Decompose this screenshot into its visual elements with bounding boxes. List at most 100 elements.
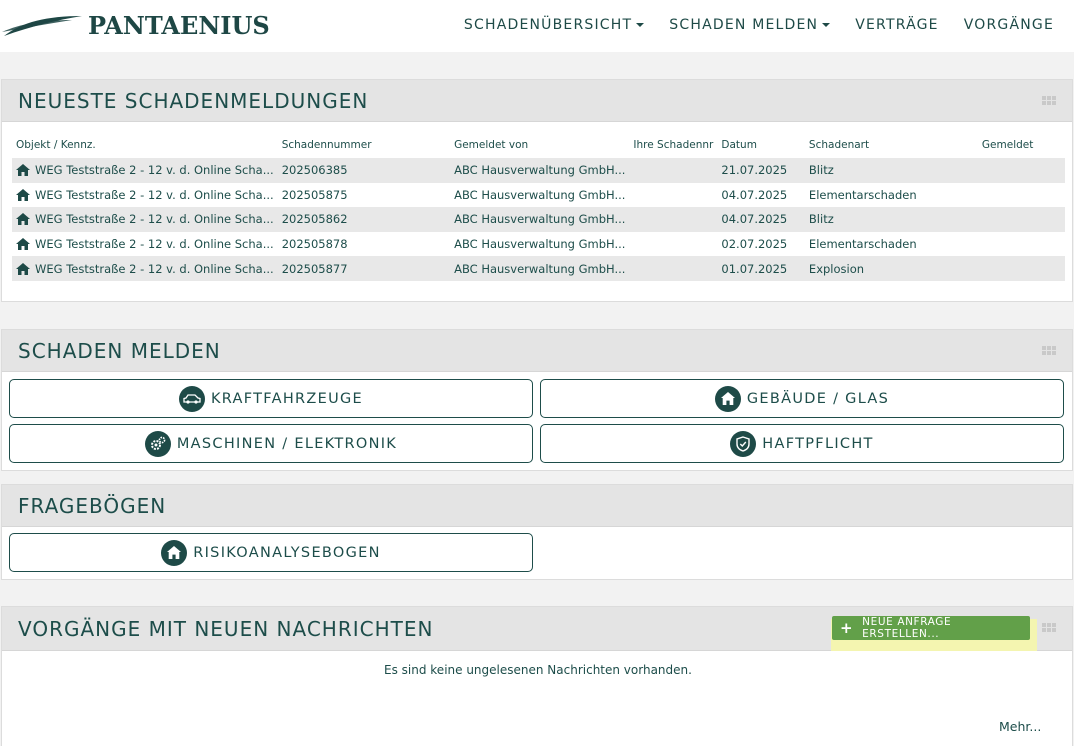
nav-schadenuebersicht[interactable]: SCHADENÜBERSICHT [464, 17, 645, 33]
object-text: WEG Teststraße 2 - 12 v. d. Online Scha.… [35, 237, 274, 252]
cell-object: WEG Teststraße 2 - 12 v. d. Online Scha.… [12, 183, 278, 208]
cell-number: 202505875 [281, 187, 348, 202]
column-header[interactable]: Gemeldet von [450, 132, 629, 158]
panel-title: NEUESTE SCHADENMELDUNGEN [18, 89, 369, 113]
brand-name: PANTAENIUS [88, 10, 270, 40]
cell-own-number [629, 158, 718, 183]
nav-label: VERTRÄGE [855, 17, 939, 33]
drag-handle-icon[interactable] [1042, 96, 1056, 105]
cell-date: 21.07.2025 [717, 158, 805, 183]
object-text: WEG Teststraße 2 - 12 v. d. Online Scha.… [35, 187, 274, 202]
report-machines-button[interactable]: MASCHINEN / ELEKTRONIK [9, 424, 533, 463]
cell-reporter: ABC Hausverwaltung GmbH... [454, 237, 626, 252]
column-header[interactable]: Ihre Schadennr [629, 132, 717, 158]
button-label: RISIKOANALYSEBOGEN [193, 544, 381, 561]
questionnaires-panel: FRAGEBÖGEN RISIKOANALYSEBOGEN [1, 484, 1073, 580]
table-row[interactable]: WEG Teststraße 2 - 12 v. d. Online Scha.… [12, 256, 1065, 281]
caret-down-icon [636, 23, 645, 27]
cell-date: 02.07.2025 [721, 237, 788, 252]
swoosh-logo-icon [2, 16, 82, 36]
cell-reported [977, 256, 1065, 281]
cell-own-number [629, 207, 718, 232]
cell-object: WEG Teststraße 2 - 12 v. d. Online Scha.… [12, 232, 278, 257]
button-label: HAFTPFLICHT [762, 435, 874, 452]
cell-type: Blitz [804, 158, 978, 183]
gears-icon [144, 430, 171, 457]
object-text: WEG Teststraße 2 - 12 v. d. Online Scha.… [35, 261, 274, 276]
panel-header: FRAGEBÖGEN [2, 485, 1072, 527]
nav-schaden-melden[interactable]: SCHADEN MELDEN [669, 17, 831, 33]
main-nav: SCHADENÜBERSICHT SCHADEN MELDEN VERTRÄGE… [439, 0, 1054, 50]
drag-handle-icon[interactable] [1042, 346, 1056, 355]
column-header[interactable]: Gemeldet [978, 132, 1065, 158]
more-link[interactable]: Mehr... [999, 719, 1041, 734]
top-bar: PANTAENIUS SCHADENÜBERSICHT SCHADEN MELD… [0, 0, 1074, 52]
cell-type: Explosion [804, 256, 978, 281]
table-row[interactable]: WEG Teststraße 2 - 12 v. d. Online Scha.… [12, 158, 1065, 183]
cell-type: Elementarschaden [808, 237, 917, 252]
claims-table: Objekt / Kennz. Schadennummer Gemeldet v… [12, 132, 1065, 281]
column-header[interactable]: Datum [717, 132, 805, 158]
cell-reporter: ABC Hausverwaltung GmbH... [450, 158, 630, 183]
car-icon [178, 385, 205, 412]
shield-icon [730, 430, 757, 457]
report-vehicle-button[interactable]: KRAFTFAHRZEUGE [9, 379, 533, 418]
table-row[interactable]: WEG Teststraße 2 - 12 v. d. Online Scha.… [12, 232, 1065, 257]
nav-label: VORGÄNGE [963, 17, 1054, 33]
object-text: WEG Teststraße 2 - 12 v. d. Online Scha.… [35, 163, 274, 178]
cell-number: 202505877 [277, 256, 451, 281]
report-building-button[interactable]: GEBÄUDE / GLAS [540, 379, 1064, 418]
column-header[interactable]: Schadenart [805, 132, 978, 158]
table-row[interactable]: WEG Teststraße 2 - 12 v. d. Online Scha.… [12, 207, 1065, 232]
column-header[interactable]: Schadennummer [278, 132, 450, 158]
cell-object: WEG Teststraße 2 - 12 v. d. Online Scha.… [12, 158, 278, 183]
button-label: NEUE ANFRAGE ERSTELLEN... [862, 616, 952, 640]
risk-analysis-button[interactable]: RISIKOANALYSEBOGEN [9, 533, 533, 572]
cell-own-number [629, 183, 717, 208]
cell-object: WEG Teststraße 2 - 12 v. d. Online Scha.… [12, 256, 278, 281]
cell-own-number [629, 232, 717, 257]
button-label: KRAFTFAHRZEUGE [210, 390, 364, 407]
cell-type: Elementarschaden [808, 187, 917, 202]
cell-reported [978, 232, 1065, 257]
panel-title: SCHADEN MELDEN [18, 339, 221, 363]
cell-reported [977, 158, 1065, 183]
home-icon [16, 238, 30, 251]
report-liability-button[interactable]: HAFTPFLICHT [540, 424, 1064, 463]
table-header-row: Objekt / Kennz. Schadennummer Gemeldet v… [12, 132, 1065, 158]
cell-date: 01.07.2025 [717, 256, 805, 281]
home-icon [16, 188, 30, 201]
cell-reported [977, 207, 1065, 232]
nav-vertraege[interactable]: VERTRÄGE [855, 17, 938, 33]
cell-object: WEG Teststraße 2 - 12 v. d. Online Scha.… [12, 207, 278, 232]
brand-logo[interactable]: PANTAENIUS [2, 10, 270, 40]
latest-claims-panel: NEUESTE SCHADENMELDUNGEN Objekt / Kennz.… [1, 79, 1073, 302]
button-label: GEBÄUDE / GLAS [746, 390, 890, 407]
new-request-button[interactable]: + NEUE ANFRAGE ERSTELLEN... [832, 616, 1030, 640]
report-damage-panel: SCHADEN MELDEN KRAFTFAHRZEUGE GEBÄUDE / … [1, 329, 1073, 471]
drag-handle-icon[interactable] [1042, 623, 1056, 632]
home-icon [16, 213, 30, 226]
cell-date: 04.07.2025 [721, 187, 788, 202]
home-icon [16, 164, 30, 177]
caret-down-icon [822, 23, 831, 27]
object-text: WEG Teststraße 2 - 12 v. d. Online Scha.… [35, 212, 274, 227]
cell-number: 202506385 [277, 158, 451, 183]
cell-number: 202505862 [277, 207, 451, 232]
panel-title: FRAGEBÖGEN [18, 494, 167, 518]
panel-header: NEUESTE SCHADENMELDUNGEN [2, 80, 1072, 122]
cell-reporter: ABC Hausverwaltung GmbH... [454, 187, 626, 202]
home-icon [16, 262, 30, 275]
house-icon [161, 539, 188, 566]
cell-type: Blitz [804, 207, 978, 232]
column-header[interactable]: Objekt / Kennz. [12, 132, 278, 158]
table-row[interactable]: WEG Teststraße 2 - 12 v. d. Online Scha.… [12, 183, 1065, 208]
nav-vorgaenge[interactable]: VORGÄNGE [964, 17, 1054, 33]
cell-reporter: ABC Hausverwaltung GmbH... [450, 256, 630, 281]
panel-title: VORGÄNGE MIT NEUEN NACHRICHTEN [18, 617, 434, 641]
empty-messages-text: Es sind keine ungelesenen Nachrichten vo… [384, 663, 692, 677]
house-icon [714, 385, 741, 412]
cell-reported [978, 183, 1065, 208]
cell-number: 202505878 [281, 237, 348, 252]
cell-reporter: ABC Hausverwaltung GmbH... [450, 207, 630, 232]
